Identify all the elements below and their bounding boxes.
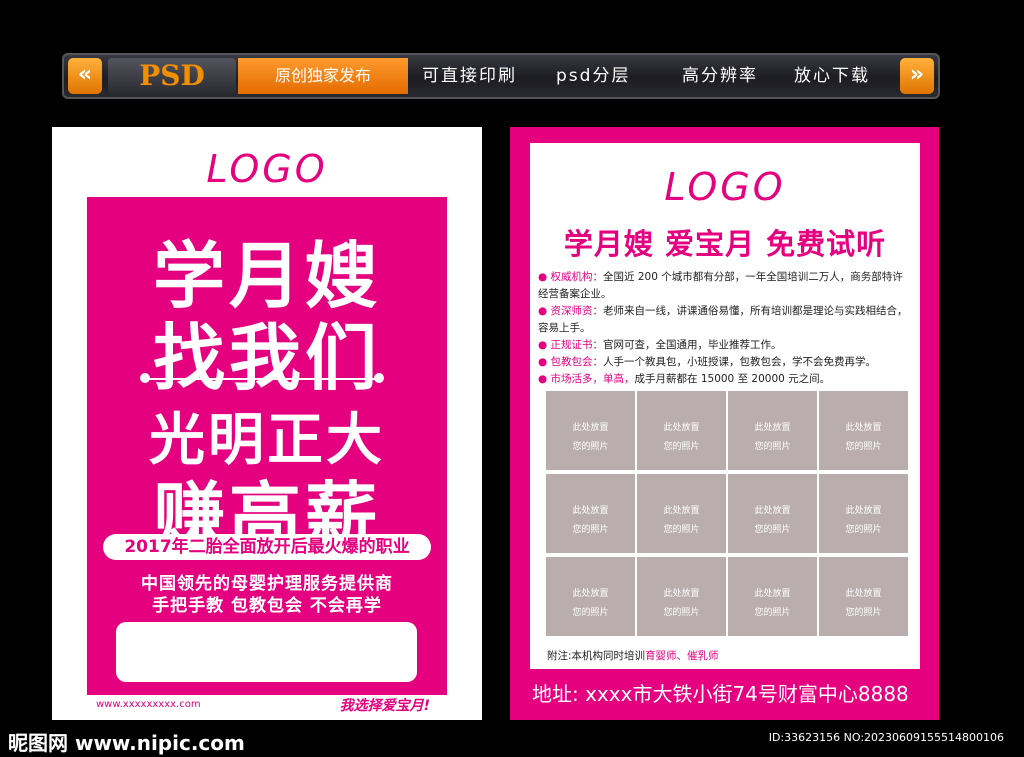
- photo-placeholder-line2: 您的照片: [663, 442, 700, 452]
- address: 地址: xxxx市大铁小街74号财富中心8888: [532, 682, 909, 706]
- photo-placeholder: 此处放置 您的照片: [546, 474, 635, 553]
- slogan: 我选择爱宝月!: [339, 698, 430, 714]
- psd-label: PSD: [108, 58, 236, 94]
- photo-placeholder-line2: 您的照片: [663, 525, 700, 535]
- year-pill: 2017年二胎全面放开后最火爆的职业: [103, 534, 431, 560]
- footnote: 附注:本机构同时培训育婴师、催乳师: [547, 650, 719, 662]
- photo-placeholder-line2: 您的照片: [572, 608, 609, 618]
- photo-placeholder-line1: 此处放置: [663, 589, 700, 599]
- inner-white-panel: LOGO 学月嫂 爱宝月 免费试听 ● 权威机构：全国近 200 个城市都有分部…: [530, 143, 920, 669]
- logo: LOGO: [664, 165, 786, 209]
- photo-placeholder-line2: 您的照片: [754, 525, 791, 535]
- photo-placeholder-line1: 此处放置: [663, 506, 700, 516]
- website-url: www.xxxxxxxxx.com: [96, 699, 201, 710]
- chevron-right-icon[interactable]: »: [900, 58, 934, 94]
- photo-placeholder-line1: 此处放置: [572, 423, 609, 433]
- photo-placeholder-line1: 此处放置: [754, 423, 791, 433]
- photo-placeholder: 此处放置 您的照片: [819, 391, 908, 470]
- feature-1: 可直接印刷: [422, 66, 517, 86]
- photo-placeholder: 此处放置 您的照片: [728, 391, 817, 470]
- photo-placeholder-line1: 此处放置: [845, 506, 882, 516]
- bullet-list: ● 权威机构：全国近 200 个城市都有分部，一年全国培训二万人，商务部特许经营…: [538, 269, 908, 388]
- chevron-left-icon[interactable]: «: [68, 58, 102, 94]
- highlight-tag: 原创独家发布: [238, 58, 408, 94]
- photo-placeholder-line2: 您的照片: [663, 608, 700, 618]
- photo-grid: 此处放置 您的照片 此处放置 您的照片 此处放置 您的照片 此处放置 您的照片 此处放置 您的照片…: [546, 391, 910, 636]
- photo-placeholder-line2: 您的照片: [754, 608, 791, 618]
- logo: LOGO: [206, 147, 328, 191]
- photo-placeholder-line1: 此处放置: [754, 506, 791, 516]
- photo-placeholder-line2: 您的照片: [754, 442, 791, 452]
- pink-panel: 学月嫂 找我们 光明正大 赚高薪 2017年二胎全面放开后最火爆的职业 中国领先…: [87, 197, 447, 695]
- photo-placeholder: 此处放置 您的照片: [819, 474, 908, 553]
- photo-placeholder-line2: 您的照片: [572, 442, 609, 452]
- photo-placeholder-line2: 您的照片: [845, 608, 882, 618]
- photo-placeholder-line1: 此处放置: [572, 506, 609, 516]
- bullet-item: ● 权威机构：全国近 200 个城市都有分部，一年全国培训二万人，商务部特许经营…: [538, 271, 903, 300]
- photo-placeholder: 此处放置 您的照片: [637, 557, 726, 636]
- photo-placeholder: 此处放置 您的照片: [637, 391, 726, 470]
- photo-placeholder-line2: 您的照片: [845, 442, 882, 452]
- divider-dot-right: [374, 373, 384, 383]
- bullet-item: ● 市场活多，单高，成手月薪都在 15000 至 20000 元之间。: [538, 373, 831, 385]
- watermark-site: 昵图网 www.nipic.com: [8, 731, 245, 755]
- right-flyer: LOGO 学月嫂 爱宝月 免费试听 ● 权威机构：全国近 200 个城市都有分部…: [510, 127, 939, 720]
- headline: 学月嫂 爱宝月 免费试听: [563, 227, 887, 261]
- top-banner: « PSD 原创独家发布 可直接印刷 psd分层 高分辨率 放心下载 »: [62, 53, 940, 99]
- photo-placeholder-line1: 此处放置: [663, 423, 700, 433]
- photo-placeholder: 此处放置 您的照片: [728, 557, 817, 636]
- left-flyer: LOGO 学月嫂 找我们 光明正大 赚高薪 2017年二胎全面放开后最火爆的职业…: [52, 127, 482, 720]
- bullet-item: ● 包教包会：人手一个教具包，小班授课，包教包会，学不会免费再学。: [538, 356, 876, 368]
- photo-placeholder-line1: 此处放置: [845, 423, 882, 433]
- photo-placeholder: 此处放置 您的照片: [819, 557, 908, 636]
- photo-placeholder: 此处放置 您的照片: [728, 474, 817, 553]
- divider-line: [145, 378, 379, 380]
- sub-line-2: 手把手教 包教包会 不会再学: [152, 596, 382, 616]
- bullet-item: ● 资深师资：老师来自一线，讲课通俗易懂，所有培训都是理论与实践相结合，容易上手…: [538, 305, 908, 334]
- contact-box: [116, 622, 417, 682]
- photo-placeholder-line2: 您的照片: [572, 525, 609, 535]
- feature-3: 高分辨率: [682, 66, 758, 86]
- photo-placeholder-line1: 此处放置: [572, 589, 609, 599]
- photo-placeholder-line1: 此处放置: [754, 589, 791, 599]
- photo-placeholder-line1: 此处放置: [845, 589, 882, 599]
- photo-placeholder: 此处放置 您的照片: [546, 557, 635, 636]
- feature-2: psd分层: [556, 66, 631, 86]
- watermark-id: ID:33623156 NO:20230609155514800106: [768, 731, 1004, 744]
- photo-placeholder: 此处放置 您的照片: [637, 474, 726, 553]
- feature-4: 放心下载: [794, 66, 870, 86]
- photo-placeholder-line2: 您的照片: [845, 525, 882, 535]
- photo-placeholder: 此处放置 您的照片: [546, 391, 635, 470]
- bullet-item: ● 正规证书：官网可查，全国通用，毕业推荐工作。: [538, 339, 782, 351]
- hero-line-2: 找我们: [152, 316, 381, 400]
